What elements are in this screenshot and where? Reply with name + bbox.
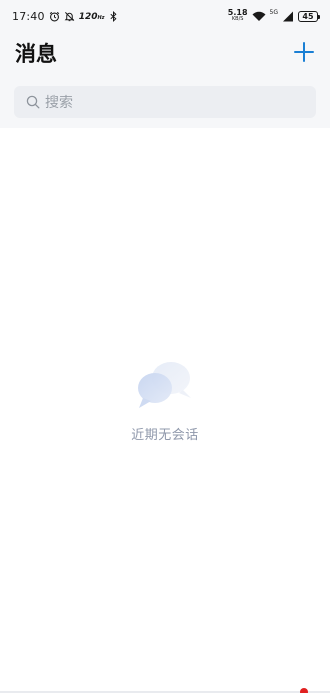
status-left: 17:40 120Hz: [12, 10, 118, 23]
search-placeholder: 搜索: [45, 95, 73, 111]
search-icon: [26, 95, 40, 109]
cell-signal-icon: [282, 11, 294, 22]
search-input[interactable]: 搜索: [14, 86, 316, 118]
empty-state: 近期无会话: [0, 360, 330, 443]
status-bar: 17:40 120Hz 5.18 KB/S 5G 45: [0, 0, 330, 34]
alarm-icon: [49, 11, 60, 22]
refresh-rate-unit: Hz: [97, 14, 105, 21]
signal-label: 5G: [269, 8, 278, 16]
empty-state-text: 近期无会话: [131, 428, 199, 443]
bluetooth-icon: [109, 11, 118, 22]
plus-icon: [294, 42, 314, 62]
refresh-rate: 120Hz: [79, 12, 105, 22]
notification-dot: [300, 688, 308, 693]
messages-screen: 17:40 120Hz 5.18 KB/S 5G 45 消息 搜索 近期无会话: [0, 0, 330, 693]
add-button[interactable]: [292, 40, 316, 64]
status-right: 5.18 KB/S 5G 45: [228, 8, 320, 23]
battery-level: 45: [302, 11, 314, 21]
mute-bell-icon: [64, 11, 75, 22]
chat-bubbles-icon: [138, 362, 191, 408]
network-speed-unit: KB/S: [231, 16, 244, 22]
status-time: 17:40: [12, 10, 45, 23]
battery-icon: 45: [298, 10, 320, 22]
network-speed-value: 5.18: [227, 8, 248, 17]
wifi-icon: [252, 11, 266, 22]
refresh-rate-value: 120: [78, 11, 98, 22]
network-speed: 5.18 KB/S: [228, 9, 248, 23]
page-title: 消息: [15, 42, 57, 66]
